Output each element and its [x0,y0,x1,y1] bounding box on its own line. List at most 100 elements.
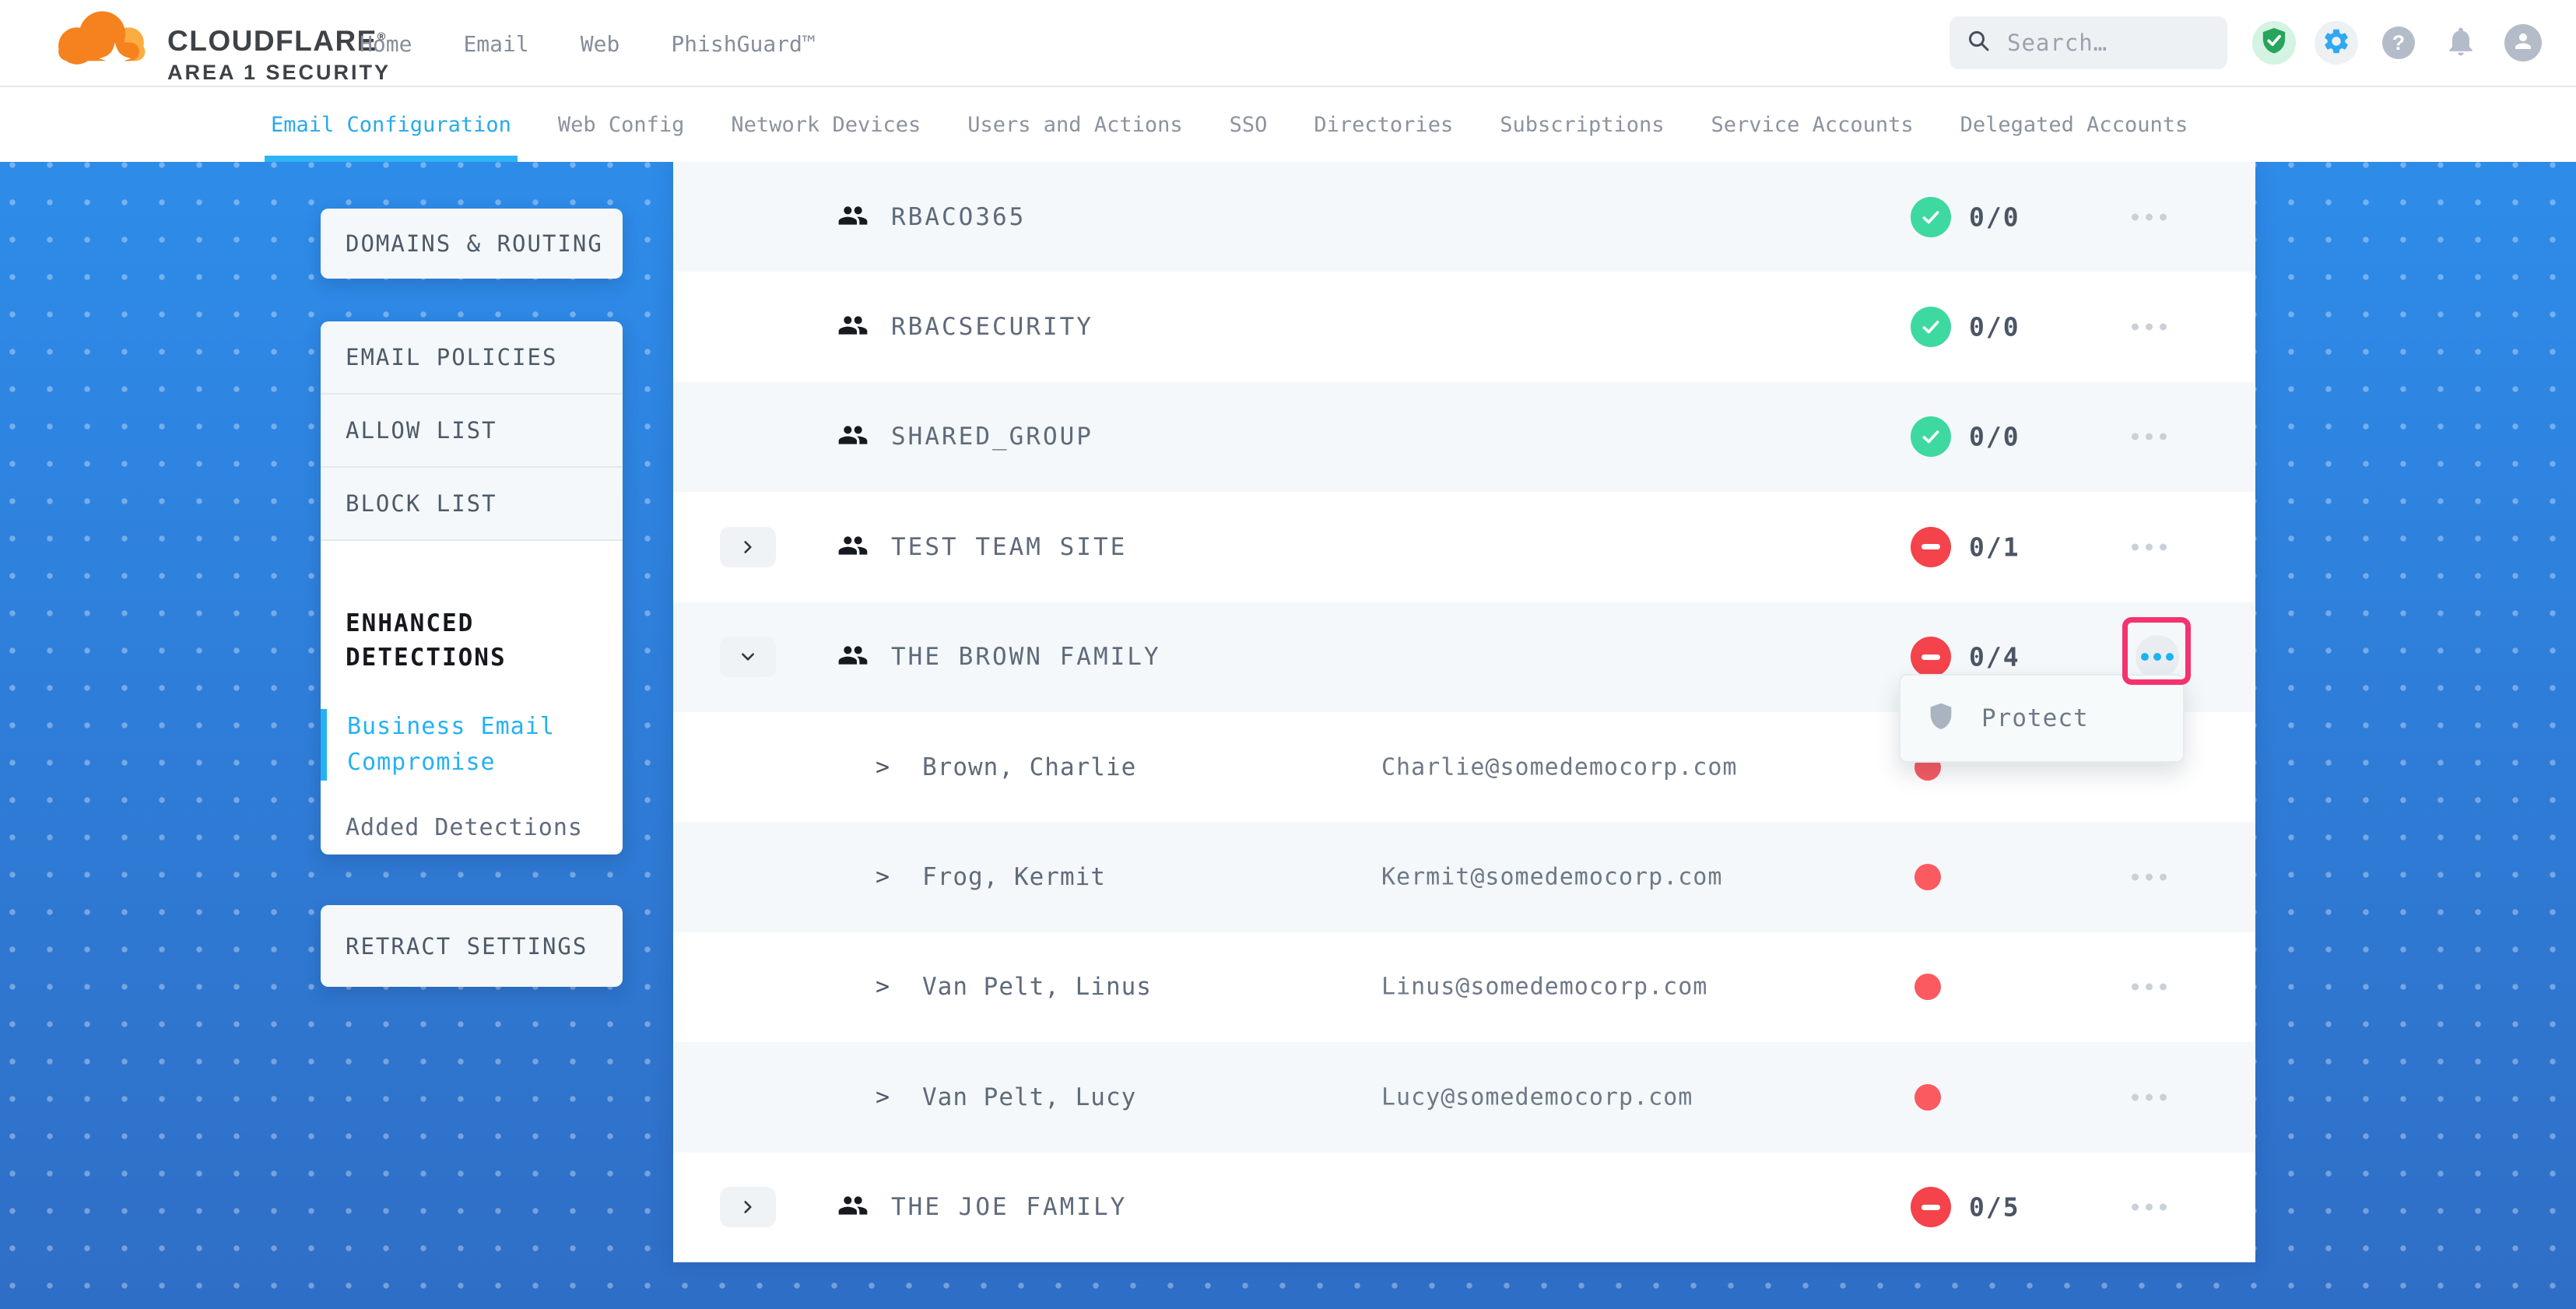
sidebar-item-block-list[interactable]: BLOCK LIST [321,468,623,541]
protection-count: 0/0 [1969,202,2020,232]
group-row-the-joe-family: THE JOE FAMILY 0/5 [673,1153,2255,1262]
user-caret-icon: > [876,974,890,1001]
row-actions-menu-button[interactable] [2125,1083,2173,1111]
row-actions-menu-button[interactable] [2125,202,2173,231]
row-actions-menu-button[interactable] [2125,313,2173,342]
sidebar-item-retract-settings[interactable]: RETRACT SETTINGS [321,905,623,987]
topnav-item-web[interactable]: Web [581,31,620,57]
brand-subtitle: AREA 1 SECURITY [167,61,391,85]
sidebar-card-3: RETRACT SETTINGS [321,905,623,987]
user-row-van-pelt-lucy: > Van Pelt, Lucy Lucy@somedemocorp.com [673,1042,2255,1152]
status-ok-badge [1911,307,1951,347]
group-row-test-team-site: TEST TEAM SITE 0/1 [673,492,2255,602]
user-name: Frog, Kermit [922,863,1106,891]
sidebar-item-domains-routing[interactable]: DOMAINS & ROUTING [321,209,623,279]
group-people-icon [835,1190,871,1224]
group-row-rbaco365: RBACO365 0/0 [673,162,2255,272]
search-icon [1967,29,1992,57]
group-name: RBACO365 [891,203,1026,231]
group-name: THE JOE FAMILY [891,1193,1127,1221]
group-name: TEST TEAM SITE [891,533,1127,561]
tab-directories[interactable]: Directories [1314,87,1453,162]
sidebar-item-enhanced-detections[interactable]: ENHANCED DETECTIONS [321,606,577,675]
user-email: Kermit@somedemocorp.com [1381,864,1722,891]
tab-sso[interactable]: SSO [1230,87,1268,162]
protection-count: 0/1 [1969,532,2020,562]
user-row-van-pelt-linus: > Van Pelt, Linus Linus@somedemocorp.com [673,932,2255,1042]
protection-count: 0/5 [1969,1192,2020,1223]
sidebar-item-email-policies[interactable]: EMAIL POLICIES [321,321,623,395]
tab-network-devices[interactable]: Network Devices [731,87,921,162]
row-actions-menu-button[interactable] [2125,423,2173,451]
status-dot [1914,1084,1941,1111]
search-input[interactable]: Search… [1950,16,2227,69]
cloudflare-cloud-icon [43,8,160,85]
avatar-icon [2511,30,2535,56]
user-row-frog-kermit: > Frog, Kermit Kermit@somedemocorp.com [673,822,2255,932]
user-caret-icon: > [876,753,890,781]
user-name: Van Pelt, Lucy [922,1083,1136,1111]
user-name: Brown, Charlie [922,753,1136,781]
row-actions-menu-button[interactable] [2125,1193,2173,1222]
user-caret-icon: > [876,864,890,891]
section-tabs: Email Configuration Web Config Network Dev… [0,87,2576,162]
tab-service-accounts[interactable]: Service Accounts [1711,87,1914,162]
group-row-rbacsecurity: RBACSECURITY 0/0 [673,272,2255,381]
context-menu-item-protect[interactable]: Protect [1900,676,2183,761]
group-name: RBACSECURITY [891,313,1093,341]
security-status-button[interactable] [2252,21,2296,65]
topnav-item-email[interactable]: Email [463,31,528,57]
top-nav: Home Email Web PhishGuard™ [360,0,816,87]
minus-icon [1921,544,1940,549]
protection-count: 0/0 [1969,312,2020,342]
row-actions-menu-button[interactable] [2136,635,2179,679]
status-blocked-badge [1911,1187,1951,1227]
page: CLOUDFLARE® AREA 1 SECURITY Home Email Web… [0,0,2576,1309]
tab-delegated-accounts[interactable]: Delegated Accounts [1960,87,2188,162]
bell-icon [2444,24,2478,61]
status-blocked-badge [1911,637,1951,677]
question-icon: ? [2392,31,2406,55]
topnav-item-phishguard[interactable]: PhishGuard™ [671,31,815,57]
group-name: THE BROWN FAMILY [891,643,1161,671]
sidebar-item-allow-list[interactable]: ALLOW LIST [321,395,623,468]
user-email: Charlie@somedemocorp.com [1381,753,1737,781]
notifications-button[interactable] [2442,24,2479,61]
brand-name: CLOUDFLARE® [167,25,391,58]
help-button[interactable]: ? [2382,26,2415,59]
cloudflare-logo: CLOUDFLARE® AREA 1 SECURITY [43,8,391,85]
group-people-icon [835,530,871,564]
search-placeholder: Search… [2007,30,2107,56]
user-menu-button[interactable] [2504,24,2542,61]
tab-subscriptions[interactable]: Subscriptions [1500,87,1664,162]
collapse-button[interactable] [720,637,776,677]
group-name: SHARED_GROUP [891,423,1093,451]
user-name: Van Pelt, Linus [922,973,1152,1001]
minus-icon [1921,654,1940,660]
expand-button[interactable] [720,527,776,567]
group-people-icon [835,310,871,344]
row-actions-menu-button[interactable] [2125,532,2173,561]
row-actions-menu-button[interactable] [2125,863,2173,892]
sidebar-subitem-added-detections[interactable]: Added Detections [321,810,602,846]
app-header: CLOUDFLARE® AREA 1 SECURITY Home Email Web… [0,0,2576,87]
shield-check-icon [2261,26,2287,59]
sidebar-subitem-business-email-compromise[interactable]: Business Email Compromise [321,709,577,781]
tab-users-and-actions[interactable]: Users and Actions [967,87,1182,162]
status-blocked-badge [1911,527,1951,567]
status-ok-badge [1911,197,1951,237]
status-dot [1914,974,1941,1000]
shield-icon [1928,702,1953,735]
tab-web-config[interactable]: Web Config [558,87,685,162]
context-menu: Protect [1899,674,2185,763]
group-row-shared-group: SHARED_GROUP 0/0 [673,382,2255,492]
topnav-item-home[interactable]: Home [360,31,412,57]
expand-button[interactable] [720,1187,776,1227]
settings-button[interactable] [2315,21,2358,65]
tab-email-configuration[interactable]: Email Configuration [271,87,511,162]
row-actions-menu-button[interactable] [2125,973,2173,1002]
status-ok-badge [1911,416,1951,457]
group-people-icon [835,200,871,234]
sidebar-section-enhanced-detections: ENHANCED DETECTIONS Business Email Compro… [321,541,623,855]
user-caret-icon: > [876,1083,890,1111]
